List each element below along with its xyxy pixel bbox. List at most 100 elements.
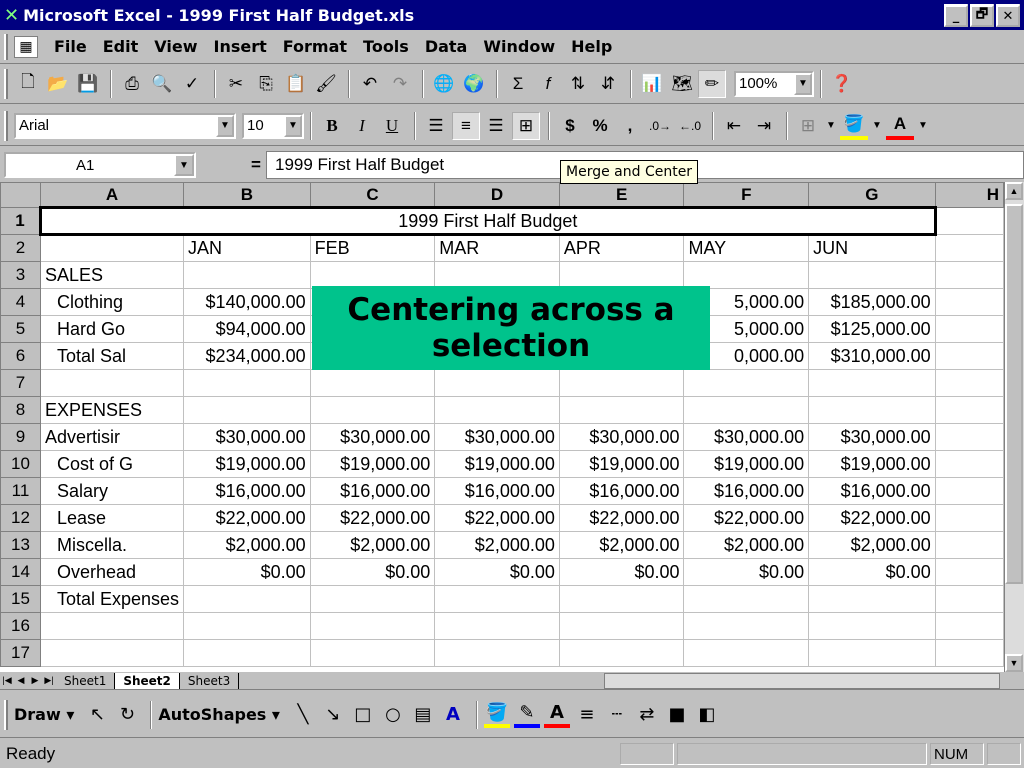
cell[interactable]: Advertisir xyxy=(39,423,185,451)
draw-menu[interactable]: Draw ▾ xyxy=(14,705,74,724)
map-icon[interactable]: 🗺 xyxy=(668,70,696,98)
cell[interactable] xyxy=(39,234,185,262)
row-header[interactable]: 14 xyxy=(0,558,41,586)
fill-color-icon[interactable]: 🪣 xyxy=(483,702,510,728)
cell[interactable]: $16,000.00 xyxy=(434,477,560,505)
copy-icon[interactable]: ⎘ xyxy=(252,70,280,98)
cell[interactable] xyxy=(934,288,1004,316)
borders-icon[interactable]: ⊞ xyxy=(794,112,822,140)
cell[interactable] xyxy=(934,639,1004,667)
cell[interactable] xyxy=(309,396,436,424)
column-header[interactable]: E xyxy=(558,182,685,208)
row-header[interactable]: 6 xyxy=(0,342,41,370)
hyperlink-icon[interactable]: 🌐 xyxy=(430,70,458,98)
row-header[interactable]: 9 xyxy=(0,423,41,451)
line-color-icon[interactable]: ✎ xyxy=(513,702,540,728)
row-header[interactable]: 4 xyxy=(0,288,41,316)
line-icon[interactable]: ╲ xyxy=(290,702,316,728)
cell[interactable] xyxy=(183,396,311,424)
cell[interactable] xyxy=(934,261,1004,289)
cell[interactable] xyxy=(183,369,311,397)
arrow-style-icon[interactable]: ⇄ xyxy=(634,702,660,728)
decrease-decimal-icon[interactable]: ←.0 xyxy=(676,112,704,140)
workbook-minimize-button[interactable]: _ xyxy=(944,5,968,27)
spelling-icon[interactable]: ✓ xyxy=(178,70,206,98)
cell[interactable] xyxy=(683,639,810,667)
cell[interactable] xyxy=(434,396,560,424)
cell[interactable]: $0.00 xyxy=(558,558,685,586)
paste-icon[interactable]: 📋 xyxy=(282,70,310,98)
cell[interactable] xyxy=(934,207,1004,235)
cell[interactable] xyxy=(683,585,810,613)
cell[interactable]: SALES xyxy=(39,261,185,289)
cell[interactable]: $2,000.00 xyxy=(309,531,436,559)
cell[interactable]: $30,000.00 xyxy=(683,423,810,451)
cell[interactable] xyxy=(934,342,1004,370)
sheet-tab-1[interactable]: Sheet1 xyxy=(56,672,116,689)
arrow-icon[interactable]: ↘ xyxy=(320,702,346,728)
chevron-down-icon[interactable]: ▼ xyxy=(916,112,930,140)
equals-icon[interactable]: = xyxy=(196,155,266,175)
save-icon[interactable]: 💾 xyxy=(74,70,102,98)
column-header[interactable]: D xyxy=(434,182,560,208)
cell[interactable]: $19,000.00 xyxy=(183,450,311,478)
column-header[interactable]: G xyxy=(808,182,936,208)
cell[interactable]: $0.00 xyxy=(183,558,311,586)
comma-button[interactable]: , xyxy=(616,112,644,140)
prev-sheet-icon[interactable]: ◀ xyxy=(14,673,28,689)
cell[interactable]: $19,000.00 xyxy=(683,450,810,478)
cell[interactable]: $0.00 xyxy=(309,558,436,586)
cell[interactable]: $22,000.00 xyxy=(183,504,311,532)
font-color-icon[interactable]: A xyxy=(543,702,570,728)
cell[interactable] xyxy=(808,612,936,640)
cell[interactable]: $94,000.00 xyxy=(183,315,311,343)
cell[interactable]: $234,000.00 xyxy=(183,342,311,370)
last-sheet-icon[interactable]: ▶| xyxy=(42,673,56,689)
cell[interactable]: $30,000.00 xyxy=(183,423,311,451)
cell[interactable] xyxy=(558,396,685,424)
sort-descending-icon[interactable]: ⇵ xyxy=(594,70,622,98)
cell[interactable]: Lease xyxy=(39,504,185,532)
row-header[interactable]: 7 xyxy=(0,369,41,397)
menu-edit[interactable]: Edit xyxy=(95,37,147,56)
increase-indent-icon[interactable]: ⇥ xyxy=(750,112,778,140)
column-header[interactable]: A xyxy=(39,182,185,208)
cell[interactable]: $2,000.00 xyxy=(434,531,560,559)
cell[interactable] xyxy=(39,639,185,667)
select-objects-icon[interactable]: ↖ xyxy=(84,702,110,728)
cell[interactable]: JUN xyxy=(808,234,936,262)
cell[interactable]: JAN xyxy=(183,234,311,262)
autoshapes-menu[interactable]: AutoShapes ▾ xyxy=(158,705,280,724)
zoom-select[interactable]: 100% ▼ xyxy=(734,70,814,97)
free-rotate-icon[interactable]: ↻ xyxy=(114,702,140,728)
cell[interactable]: Total Expenses xyxy=(39,585,185,613)
cell[interactable]: $0.00 xyxy=(808,558,936,586)
workbook-restore-button[interactable]: 🗗 xyxy=(970,5,994,27)
oval-icon[interactable]: ○ xyxy=(380,702,406,728)
cell[interactable] xyxy=(558,639,685,667)
menu-tools[interactable]: Tools xyxy=(355,37,417,56)
cell[interactable]: $19,000.00 xyxy=(558,450,685,478)
cell[interactable] xyxy=(934,234,1004,262)
first-sheet-icon[interactable]: |◀ xyxy=(0,673,14,689)
cell[interactable]: $16,000.00 xyxy=(558,477,685,505)
cell[interactable]: Cost of G xyxy=(39,450,185,478)
toolbar-grip[interactable] xyxy=(4,68,8,99)
cell[interactable]: EXPENSES xyxy=(39,396,185,424)
cell[interactable]: Total Sal xyxy=(39,342,185,370)
cell[interactable]: FEB xyxy=(309,234,436,262)
cell[interactable]: MAY xyxy=(683,234,810,262)
cell[interactable]: $22,000.00 xyxy=(434,504,560,532)
redo-icon[interactable]: ↷ xyxy=(386,70,414,98)
cell[interactable]: $125,000.00 xyxy=(808,315,936,343)
row-header[interactable]: 11 xyxy=(0,477,41,505)
workbook-icon[interactable]: ▦ xyxy=(14,35,38,58)
cell[interactable] xyxy=(558,261,685,289)
scroll-thumb[interactable] xyxy=(1005,204,1023,584)
cell[interactable]: $16,000.00 xyxy=(183,477,311,505)
align-left-icon[interactable]: ☰ xyxy=(422,112,450,140)
dash-style-icon[interactable]: ┄ xyxy=(604,702,630,728)
cell[interactable]: $30,000.00 xyxy=(558,423,685,451)
row-header[interactable]: 17 xyxy=(0,639,41,667)
cell[interactable] xyxy=(934,585,1004,613)
